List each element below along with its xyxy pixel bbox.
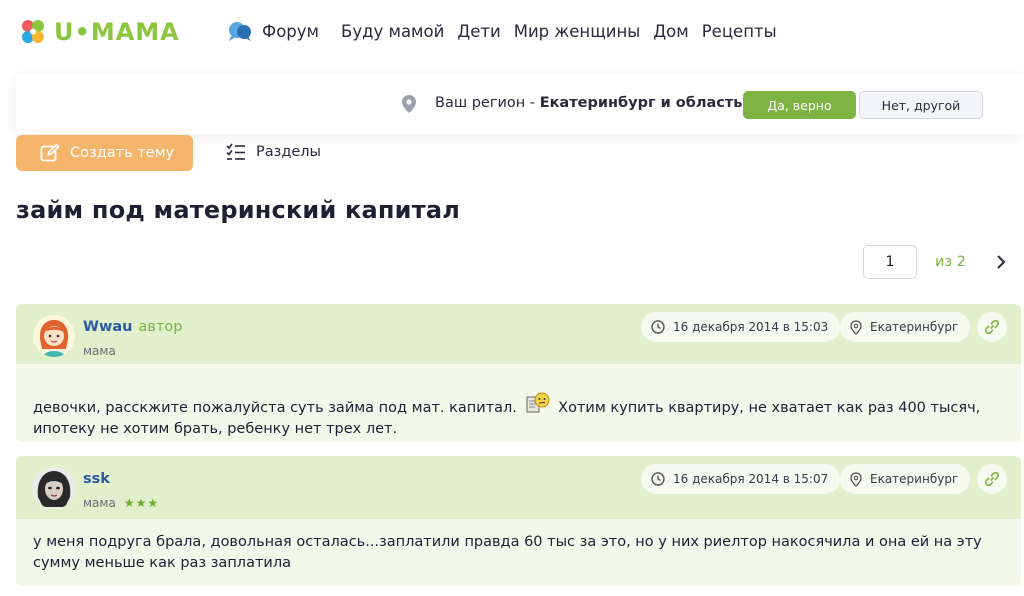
location-pin-icon bbox=[850, 471, 862, 487]
post-city: Екатеринбург bbox=[840, 464, 971, 494]
post-body: девочки, расскжите пожалуйста суть займа… bbox=[33, 392, 1008, 440]
author-role-label: мама bbox=[83, 496, 116, 510]
nav-item-women[interactable]: Мир женщины bbox=[514, 22, 641, 41]
post-link-button[interactable] bbox=[977, 464, 1007, 494]
post-date: 16 декабря 2014 в 15:07 bbox=[641, 464, 841, 494]
post-date-text: 16 декабря 2014 в 15:07 bbox=[673, 472, 829, 486]
post-date-text: 16 декабря 2014 в 15:03 bbox=[673, 320, 829, 334]
nav-item-home[interactable]: Дом bbox=[653, 22, 688, 41]
location-pin-icon bbox=[402, 95, 416, 113]
author-badge: автор bbox=[138, 319, 183, 335]
clock-icon bbox=[651, 472, 665, 486]
clover-logo-icon bbox=[22, 20, 44, 43]
avatar-woman-icon bbox=[33, 467, 75, 509]
rating-stars: ★★★ bbox=[123, 496, 160, 510]
region-prefix: Ваш регион - bbox=[435, 95, 540, 111]
nav-label-forum: Форум bbox=[262, 21, 319, 41]
region-confirm-bar: Ваш регион - Екатеринбург и область? Да,… bbox=[16, 74, 1024, 134]
nav-item-recipes[interactable]: Рецепты bbox=[702, 22, 777, 41]
forum-post: Wwau автор мама 16 декабря 2014 в 15:03 Е… bbox=[16, 304, 1021, 442]
site-logo[interactable]: U•MAMA bbox=[20, 18, 180, 46]
post-author: ssk bbox=[83, 471, 110, 487]
author-role: мама bbox=[83, 344, 116, 358]
sections-label: Разделы bbox=[256, 144, 322, 160]
avatar-girl-icon bbox=[33, 315, 75, 357]
post-body: у меня подруга брала, довольная осталась… bbox=[33, 532, 1008, 574]
main-nav: Форум Буду мамой Дети Мир женщины Дом Ре… bbox=[228, 20, 790, 42]
avatar[interactable] bbox=[33, 467, 75, 509]
post-date: 16 декабря 2014 в 15:03 bbox=[641, 312, 841, 342]
link-icon bbox=[985, 320, 999, 334]
edit-icon bbox=[40, 143, 60, 162]
nav-item-kids[interactable]: Дети bbox=[457, 22, 500, 41]
create-topic-label: Создать тему bbox=[70, 145, 175, 161]
nav-item-forum[interactable]: Форум bbox=[228, 20, 319, 42]
link-icon bbox=[985, 472, 999, 486]
author-name[interactable]: ssk bbox=[83, 471, 110, 487]
logo-text: U•MAMA bbox=[54, 18, 180, 46]
author-role-label: мама bbox=[83, 344, 116, 358]
region-question: Ваш регион - Екатеринбург и область? bbox=[435, 95, 750, 111]
post-city-text: Екатеринбург bbox=[870, 472, 959, 486]
page-total-link[interactable]: из 2 bbox=[935, 254, 966, 270]
post-text: у меня подруга брала, довольная осталась… bbox=[33, 534, 982, 571]
nav-item-pregnancy[interactable]: Буду мамой bbox=[341, 22, 444, 41]
chevron-right-icon[interactable] bbox=[996, 254, 1006, 270]
region-no-button[interactable]: Нет, другой bbox=[859, 91, 983, 119]
post-author: Wwau автор bbox=[83, 319, 182, 335]
create-topic-button[interactable]: Создать тему bbox=[16, 135, 193, 171]
author-name[interactable]: Wwau bbox=[83, 319, 133, 335]
location-pin-icon bbox=[850, 319, 862, 335]
checklist-icon bbox=[226, 143, 245, 160]
region-yes-button[interactable]: Да, верно bbox=[743, 91, 856, 119]
avatar[interactable] bbox=[33, 315, 75, 357]
page-number-input[interactable] bbox=[863, 245, 917, 279]
post-link-button[interactable] bbox=[977, 312, 1007, 342]
sections-link[interactable]: Разделы bbox=[226, 143, 321, 161]
page-title: займ под материнский капитал bbox=[16, 196, 460, 224]
thinking-smiley-icon bbox=[526, 392, 550, 413]
site-header: U•MAMA Форум Буду мамой Дети Мир женщины… bbox=[0, 0, 1024, 66]
chat-bubbles-icon bbox=[229, 22, 251, 41]
post-text-part1: девочки, расскжите пожалуйста суть займа… bbox=[33, 400, 517, 416]
post-city: Екатеринбург bbox=[840, 312, 971, 342]
region-name: Екатеринбург и область bbox=[539, 95, 743, 111]
author-role: мама ★★★ bbox=[83, 496, 159, 510]
clock-icon bbox=[651, 320, 665, 334]
post-city-text: Екатеринбург bbox=[870, 320, 959, 334]
forum-post: ssk мама ★★★ 16 декабря 2014 в 15:07 Ека… bbox=[16, 456, 1021, 586]
